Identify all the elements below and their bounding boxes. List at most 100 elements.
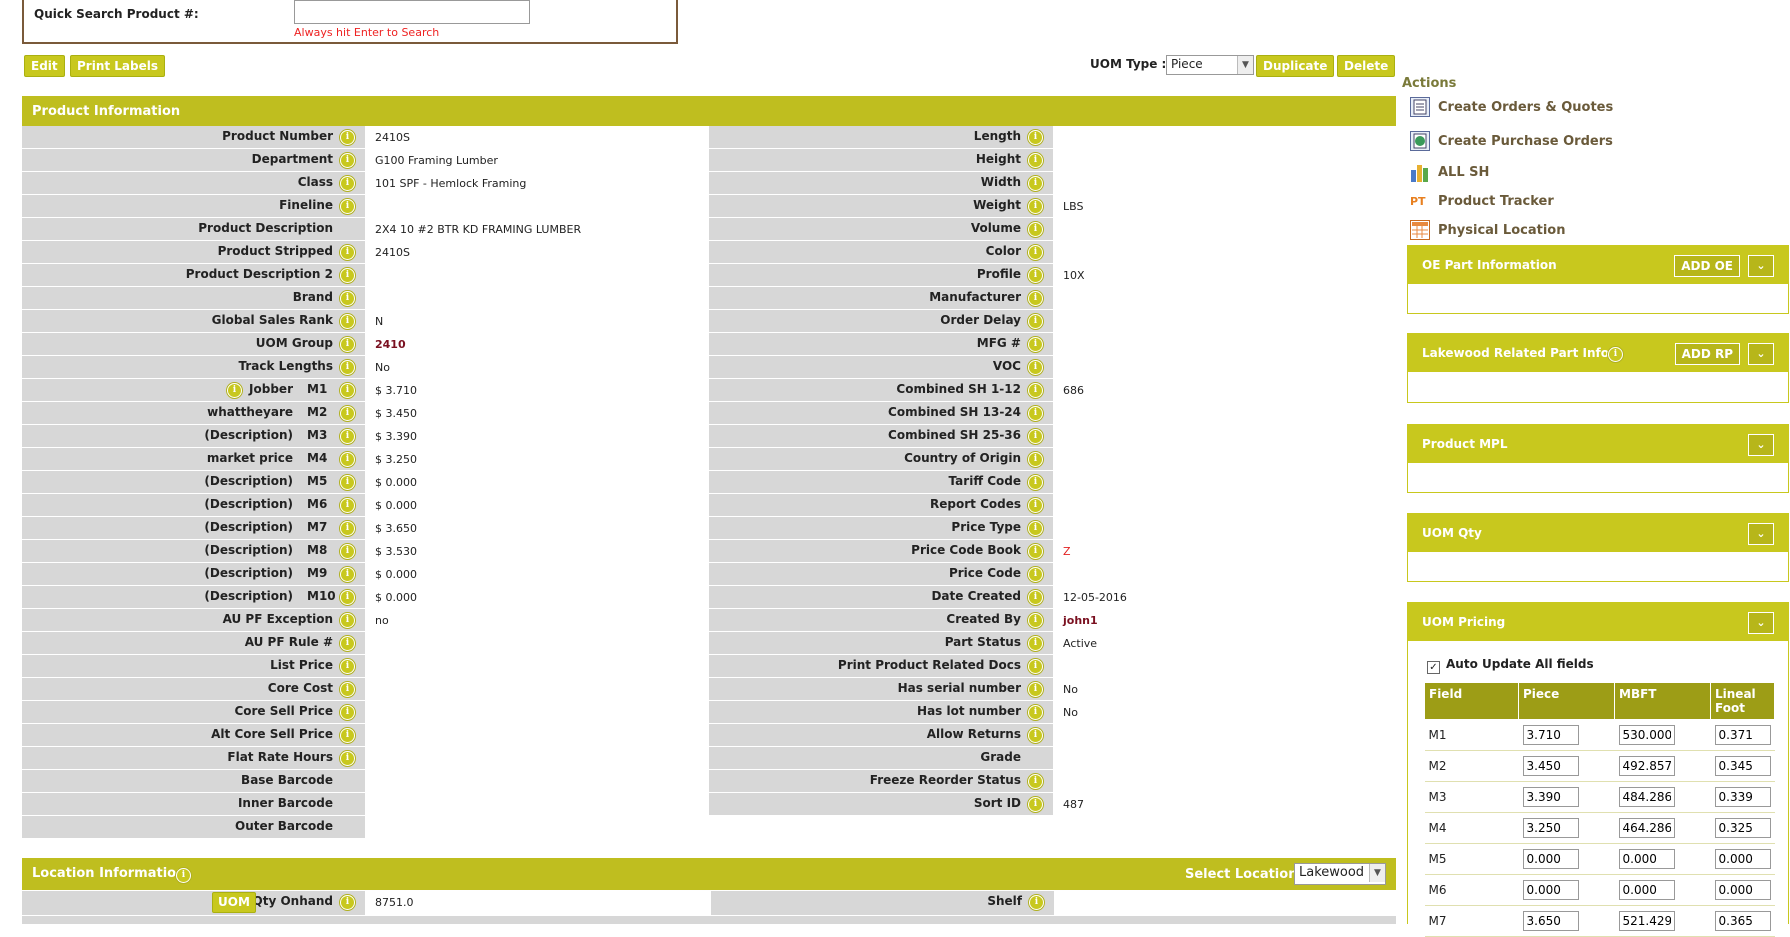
lineal-foot-input[interactable] [1714, 756, 1771, 776]
info-icon[interactable]: i [340, 705, 355, 720]
info-icon[interactable]: i [340, 337, 355, 352]
info-icon[interactable]: i [1028, 613, 1043, 628]
delete-button[interactable]: Delete [1337, 55, 1396, 77]
lineal-foot-input[interactable] [1714, 880, 1771, 900]
info-icon[interactable]: i [1028, 360, 1043, 375]
info-icon[interactable]: i [340, 153, 355, 168]
lineal-foot-input[interactable] [1714, 725, 1771, 745]
info-icon[interactable]: i [1028, 452, 1043, 467]
piece-input[interactable] [1522, 725, 1579, 745]
info-icon[interactable]: i [340, 613, 355, 628]
info-icon[interactable]: i [340, 544, 355, 559]
info-icon[interactable]: i [1028, 567, 1043, 582]
quick-search-input[interactable] [294, 0, 530, 24]
info-icon[interactable]: i [340, 291, 355, 306]
info-icon[interactable]: i [1028, 590, 1043, 605]
info-icon[interactable]: i [1028, 797, 1043, 812]
info-icon[interactable]: i [340, 406, 355, 421]
chevron-down-icon[interactable]: ⌄ [1748, 523, 1774, 545]
info-icon[interactable]: i [1028, 774, 1043, 789]
add-rp-button[interactable]: ADD RP [1674, 343, 1740, 365]
field-label-cell: Core Cost i [22, 678, 365, 700]
info-icon[interactable]: i [1028, 705, 1043, 720]
info-icon[interactable]: i [340, 498, 355, 513]
info-icon[interactable]: i [1028, 153, 1043, 168]
info-icon[interactable]: i [227, 383, 242, 398]
info-icon[interactable]: i [1028, 498, 1043, 513]
info-icon[interactable]: i [340, 728, 355, 743]
mbft-input[interactable] [1618, 880, 1675, 900]
info-icon[interactable]: i [1028, 544, 1043, 559]
info-icon[interactable]: i [340, 245, 355, 260]
info-icon[interactable]: i [1028, 429, 1043, 444]
mbft-input[interactable] [1618, 818, 1675, 838]
info-icon[interactable]: i [1028, 176, 1043, 191]
info-icon[interactable]: i [1028, 682, 1043, 697]
location-select[interactable]: Lakewood ▼ [1294, 863, 1386, 885]
lineal-foot-input[interactable] [1714, 849, 1771, 869]
info-icon[interactable]: i [340, 429, 355, 444]
info-icon[interactable]: i [1028, 337, 1043, 352]
info-icon[interactable]: i [340, 383, 355, 398]
edit-button[interactable]: Edit [24, 55, 65, 77]
lineal-foot-input[interactable] [1714, 911, 1771, 931]
mbft-input[interactable] [1618, 911, 1675, 931]
piece-input[interactable] [1522, 849, 1579, 869]
info-icon[interactable]: i [340, 590, 355, 605]
chevron-down-icon[interactable]: ⌄ [1748, 434, 1774, 456]
info-icon[interactable]: i [1608, 347, 1623, 362]
piece-input[interactable] [1522, 756, 1579, 776]
auto-update-checkbox[interactable]: ✓ [1427, 661, 1440, 674]
lineal-foot-input[interactable] [1714, 818, 1771, 838]
info-icon[interactable]: i [340, 199, 355, 214]
info-icon[interactable]: i [340, 659, 355, 674]
info-icon[interactable]: i [1028, 475, 1043, 490]
info-icon[interactable]: i [1028, 199, 1043, 214]
info-icon[interactable]: i [340, 130, 355, 145]
info-icon[interactable]: i [340, 475, 355, 490]
info-icon[interactable]: i [340, 636, 355, 651]
info-icon[interactable]: i [176, 868, 191, 883]
info-icon[interactable]: i [1028, 383, 1043, 398]
uom-type-select[interactable]: Piece ▼ [1166, 55, 1254, 75]
info-icon[interactable]: i [1028, 268, 1043, 283]
duplicate-button[interactable]: Duplicate [1256, 55, 1335, 77]
print-labels-button[interactable]: Print Labels [70, 55, 166, 77]
uom-button[interactable]: UOM [212, 892, 256, 913]
piece-input[interactable] [1522, 911, 1579, 931]
add-oe-button[interactable]: ADD OE [1674, 255, 1740, 277]
piece-input[interactable] [1522, 880, 1579, 900]
info-icon[interactable]: i [340, 751, 355, 766]
info-icon[interactable]: i [1028, 130, 1043, 145]
chevron-down-icon[interactable]: ⌄ [1748, 255, 1774, 277]
mbft-input[interactable] [1618, 787, 1675, 807]
info-icon[interactable]: i [340, 682, 355, 697]
field-row-combined-sh-13-24: Combined SH 13-24 i [709, 402, 1395, 424]
piece-input[interactable] [1522, 787, 1579, 807]
info-icon[interactable]: i [340, 314, 355, 329]
info-icon[interactable]: i [340, 176, 355, 191]
info-icon[interactable]: i [1028, 406, 1043, 421]
chevron-down-icon[interactable]: ⌄ [1748, 612, 1774, 634]
info-icon[interactable]: i [1028, 291, 1043, 306]
info-icon[interactable]: i [1028, 728, 1043, 743]
mbft-input[interactable] [1618, 725, 1675, 745]
info-icon[interactable]: i [340, 452, 355, 467]
info-icon[interactable]: i [340, 567, 355, 582]
info-icon[interactable]: i [1028, 222, 1043, 237]
info-icon[interactable]: i [1028, 521, 1043, 536]
info-icon[interactable]: i [340, 268, 355, 283]
info-icon[interactable]: i [1028, 636, 1043, 651]
info-icon[interactable]: i [1028, 314, 1043, 329]
info-icon[interactable]: i [1028, 659, 1043, 674]
chevron-down-icon[interactable]: ⌄ [1748, 343, 1774, 365]
info-icon[interactable]: i [340, 521, 355, 536]
piece-input[interactable] [1522, 818, 1579, 838]
info-icon[interactable]: i [340, 360, 355, 375]
info-icon[interactable]: i [1029, 895, 1044, 910]
info-icon[interactable]: i [1028, 245, 1043, 260]
info-icon[interactable]: i [340, 895, 355, 910]
lineal-foot-input[interactable] [1714, 787, 1771, 807]
mbft-input[interactable] [1618, 849, 1675, 869]
mbft-input[interactable] [1618, 756, 1675, 776]
